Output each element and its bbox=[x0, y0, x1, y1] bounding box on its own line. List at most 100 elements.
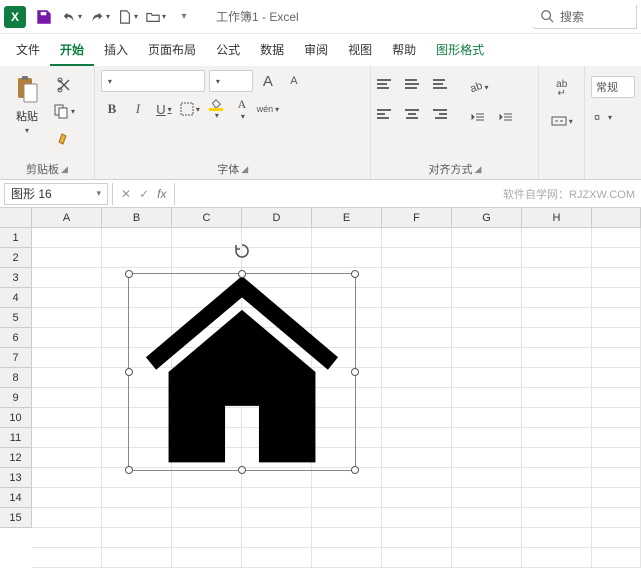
align-top-button[interactable] bbox=[377, 76, 399, 92]
resize-handle-tc[interactable] bbox=[238, 270, 246, 278]
merge-center-button[interactable] bbox=[551, 110, 573, 132]
fx-button[interactable]: fx bbox=[157, 187, 166, 201]
decrease-indent-button[interactable] bbox=[467, 106, 489, 128]
tab-view[interactable]: 视图 bbox=[338, 35, 382, 66]
font-name-select[interactable] bbox=[101, 70, 205, 92]
search-input[interactable]: 搜索 bbox=[532, 5, 637, 29]
open-file-button[interactable] bbox=[144, 5, 168, 29]
row-header[interactable]: 4 bbox=[0, 288, 32, 308]
paste-label: 粘贴 bbox=[16, 108, 38, 124]
col-header[interactable] bbox=[592, 208, 641, 228]
row-header[interactable]: 6 bbox=[0, 328, 32, 348]
row-header[interactable]: 12 bbox=[0, 448, 32, 468]
wrap-text-button[interactable]: ab↵ bbox=[551, 78, 573, 100]
row-header[interactable]: 3 bbox=[0, 268, 32, 288]
new-file-button[interactable] bbox=[116, 5, 140, 29]
row-header[interactable]: 8 bbox=[0, 368, 32, 388]
align-right-button[interactable] bbox=[433, 106, 455, 122]
resize-handle-mr[interactable] bbox=[351, 368, 359, 376]
resize-handle-bl[interactable] bbox=[125, 466, 133, 474]
column-headers[interactable]: A B C D E F G H bbox=[32, 208, 641, 228]
cut-button[interactable] bbox=[52, 74, 76, 96]
orientation-icon: ab bbox=[468, 80, 482, 94]
row-header[interactable]: 10 bbox=[0, 408, 32, 428]
row-header[interactable]: 7 bbox=[0, 348, 32, 368]
paste-button[interactable]: 粘贴 ▾ bbox=[6, 70, 48, 135]
undo-button[interactable] bbox=[60, 5, 84, 29]
search-placeholder: 搜索 bbox=[560, 8, 584, 25]
col-header[interactable]: F bbox=[382, 208, 452, 228]
italic-button[interactable]: I bbox=[127, 98, 149, 120]
tab-page-layout[interactable]: 页面布局 bbox=[138, 35, 206, 66]
worksheet-grid[interactable]: A B C D E F G H 1 2 3 4 5 6 7 8 9 10 11 … bbox=[0, 208, 641, 570]
row-header[interactable]: 11 bbox=[0, 428, 32, 448]
border-icon bbox=[180, 102, 194, 116]
select-all-corner[interactable] bbox=[0, 208, 32, 228]
tab-data[interactable]: 数据 bbox=[250, 35, 294, 66]
resize-handle-tr[interactable] bbox=[351, 270, 359, 278]
confirm-formula-button[interactable]: ✓ bbox=[139, 187, 149, 201]
row-header[interactable]: 13 bbox=[0, 468, 32, 488]
tab-review[interactable]: 审阅 bbox=[294, 35, 338, 66]
col-header[interactable]: G bbox=[452, 208, 522, 228]
col-header[interactable]: C bbox=[172, 208, 242, 228]
clipboard-group-label: 剪贴板 bbox=[26, 161, 59, 177]
align-bottom-button[interactable] bbox=[433, 76, 455, 92]
currency-button[interactable]: ¤ bbox=[591, 106, 613, 128]
border-button[interactable] bbox=[179, 98, 201, 120]
tab-file[interactable]: 文件 bbox=[6, 35, 50, 66]
col-header[interactable]: B bbox=[102, 208, 172, 228]
ribbon: 粘贴 ▾ 剪贴板◢ A A bbox=[0, 66, 641, 180]
row-headers[interactable]: 1 2 3 4 5 6 7 8 9 10 11 12 13 14 15 bbox=[0, 228, 32, 528]
resize-handle-tl[interactable] bbox=[125, 270, 133, 278]
alignment-launcher[interactable]: ◢ bbox=[474, 164, 481, 175]
clipboard-launcher[interactable]: ◢ bbox=[61, 164, 68, 175]
fill-color-button[interactable] bbox=[205, 98, 227, 120]
align-left-button[interactable] bbox=[377, 106, 399, 122]
resize-handle-br[interactable] bbox=[351, 466, 359, 474]
row-header[interactable]: 14 bbox=[0, 488, 32, 508]
tab-shape-format[interactable]: 图形格式 bbox=[426, 35, 494, 66]
cancel-formula-button[interactable]: ✕ bbox=[121, 187, 131, 201]
font-launcher[interactable]: ◢ bbox=[241, 164, 248, 175]
formula-input[interactable]: 软件自学网：RJZXW.COM bbox=[175, 183, 641, 205]
font-color-button[interactable]: A bbox=[231, 98, 253, 120]
orientation-button[interactable]: ab bbox=[467, 76, 489, 98]
phonetic-button[interactable]: wén bbox=[257, 98, 279, 120]
decrease-font-button[interactable]: A bbox=[283, 70, 305, 92]
underline-button[interactable]: U bbox=[153, 98, 175, 120]
row-header[interactable]: 9 bbox=[0, 388, 32, 408]
resize-handle-bc[interactable] bbox=[238, 466, 246, 474]
col-header[interactable]: A bbox=[32, 208, 102, 228]
group-wrap: ab↵ bbox=[539, 66, 585, 179]
merge-icon bbox=[551, 114, 567, 128]
tab-insert[interactable]: 插入 bbox=[94, 35, 138, 66]
align-center-button[interactable] bbox=[405, 106, 427, 122]
name-box[interactable]: 图形 16 ▾ bbox=[4, 183, 108, 205]
tab-help[interactable]: 帮助 bbox=[382, 35, 426, 66]
tab-home[interactable]: 开始 bbox=[50, 35, 94, 66]
row-header[interactable]: 1 bbox=[0, 228, 32, 248]
bold-button[interactable]: B bbox=[101, 98, 123, 120]
font-size-select[interactable] bbox=[209, 70, 253, 92]
number-format-select[interactable]: 常规 bbox=[591, 76, 635, 98]
row-header[interactable]: 15 bbox=[0, 508, 32, 528]
row-header[interactable]: 2 bbox=[0, 248, 32, 268]
save-button[interactable] bbox=[32, 5, 56, 29]
increase-font-button[interactable]: A bbox=[257, 70, 279, 92]
group-clipboard: 粘贴 ▾ 剪贴板◢ bbox=[0, 66, 95, 179]
tab-formulas[interactable]: 公式 bbox=[206, 35, 250, 66]
col-header[interactable]: H bbox=[522, 208, 592, 228]
qat-overflow-button[interactable]: ▾ bbox=[172, 5, 196, 29]
rotate-handle[interactable] bbox=[233, 242, 251, 260]
resize-handle-ml[interactable] bbox=[125, 368, 133, 376]
format-painter-button[interactable] bbox=[52, 126, 76, 148]
selected-shape[interactable] bbox=[128, 273, 356, 471]
align-middle-button[interactable] bbox=[405, 76, 427, 92]
copy-button[interactable] bbox=[52, 100, 76, 122]
col-header[interactable]: D bbox=[242, 208, 312, 228]
col-header[interactable]: E bbox=[312, 208, 382, 228]
row-header[interactable]: 5 bbox=[0, 308, 32, 328]
increase-indent-button[interactable] bbox=[495, 106, 517, 128]
redo-button[interactable] bbox=[88, 5, 112, 29]
